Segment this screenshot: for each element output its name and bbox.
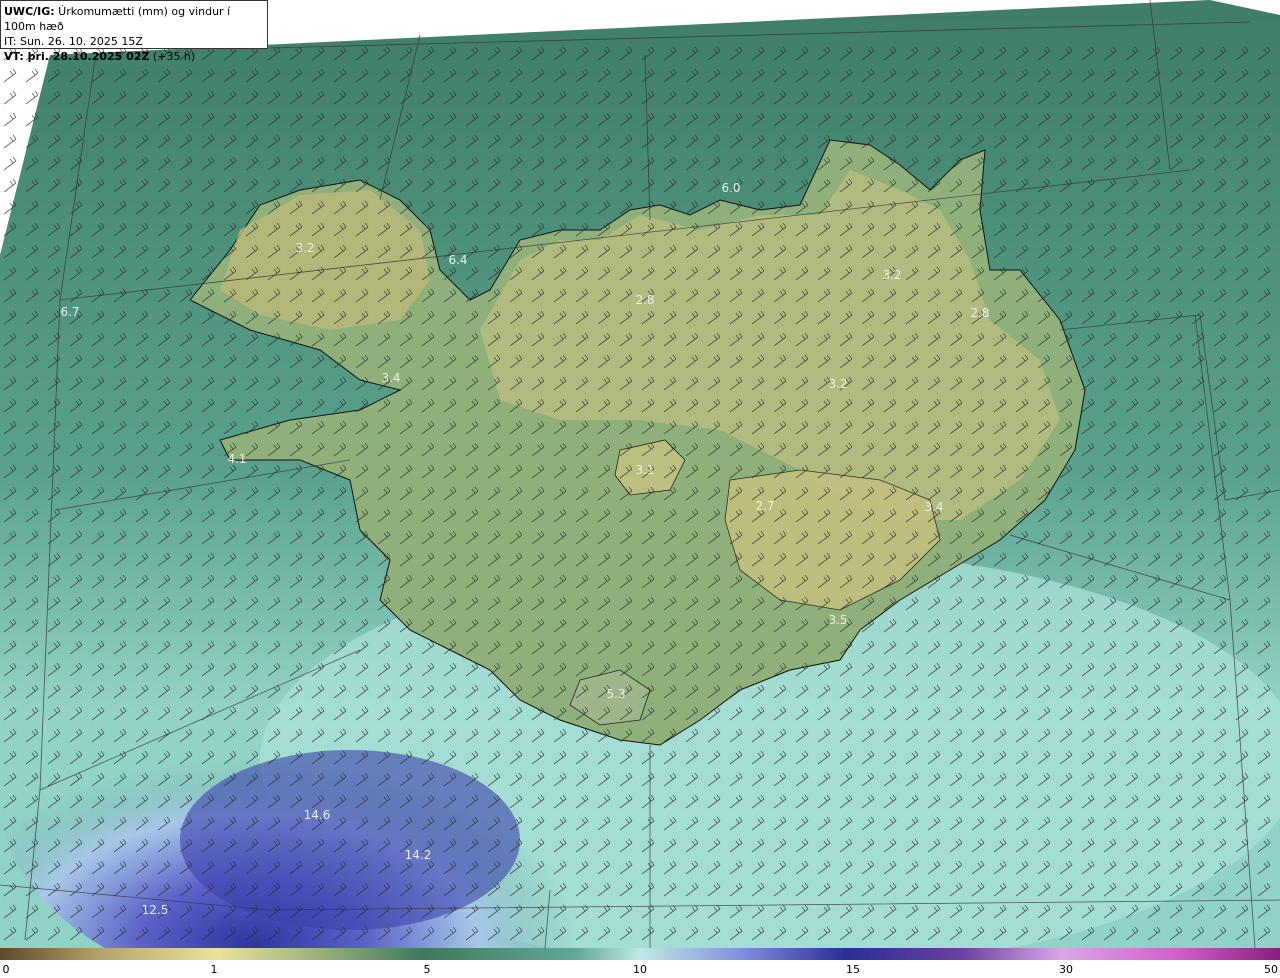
value-label-east: 2.8 bbox=[970, 306, 990, 320]
value-label-reykjanes: 4.1 bbox=[227, 452, 247, 466]
valid-time: VT: þri. 28.10.2025 02Z bbox=[4, 50, 150, 63]
colorbar-tick-50: 50 bbox=[1264, 963, 1278, 976]
colorbar-tick-30: 30 bbox=[1059, 963, 1073, 976]
colorbar-tick-1: 1 bbox=[210, 963, 218, 976]
map-info-box: UWC/IG: Úrkomumætti (mm) og vindur í 100… bbox=[0, 0, 268, 63]
value-label-west: 3.4 bbox=[381, 371, 401, 385]
value-label-westfjords-east: 6.4 bbox=[448, 253, 468, 267]
value-label-north-central: 2.8 bbox=[635, 293, 655, 307]
value-label-langjokull: 3.1 bbox=[635, 463, 655, 477]
value-label-myrdalsjokull: 5.3 bbox=[606, 687, 626, 701]
forecast-offset: (+35 h) bbox=[149, 50, 196, 63]
product-label: UWC/IG: bbox=[4, 5, 55, 18]
value-label-north: 6.0 bbox=[721, 181, 741, 195]
valid-time-line: VT: þri. 28.10.2025 02Z (+35 h) bbox=[4, 49, 264, 64]
value-label-southeast: 3.4 bbox=[924, 500, 944, 514]
colorbar: 0 1 5 10 15 30 50 bbox=[0, 948, 1280, 978]
title-line: UWC/IG: Úrkomumætti (mm) og vindur í 100… bbox=[4, 4, 264, 34]
value-label-west-sea: 6.7 bbox=[60, 305, 80, 319]
colorbar-tick-10: 10 bbox=[633, 963, 647, 976]
value-label-south-sea: 14.2 bbox=[404, 848, 432, 862]
colorbar-tick-15: 15 bbox=[846, 963, 860, 976]
value-label-westfjords: 3.2 bbox=[295, 241, 315, 255]
value-label-vatnajokull: 2.7 bbox=[755, 499, 775, 513]
value-label-southwest-sea: 12.5 bbox=[141, 903, 169, 917]
colorbar-strip bbox=[0, 948, 1280, 960]
value-label-south-sea-max: 14.6 bbox=[303, 808, 331, 822]
value-label-highlands: 3.2 bbox=[828, 377, 848, 391]
init-time: IT: Sun. 26. 10. 2025 15Z bbox=[4, 35, 143, 48]
colorbar-tick-5: 5 bbox=[423, 963, 431, 976]
wind-barbs bbox=[0, 40, 1280, 948]
value-label-southeast-coast: 3.5 bbox=[828, 613, 848, 627]
colorbar-tick-0: 0 bbox=[2, 963, 10, 976]
value-label-northeast: 3.2 bbox=[882, 268, 902, 282]
